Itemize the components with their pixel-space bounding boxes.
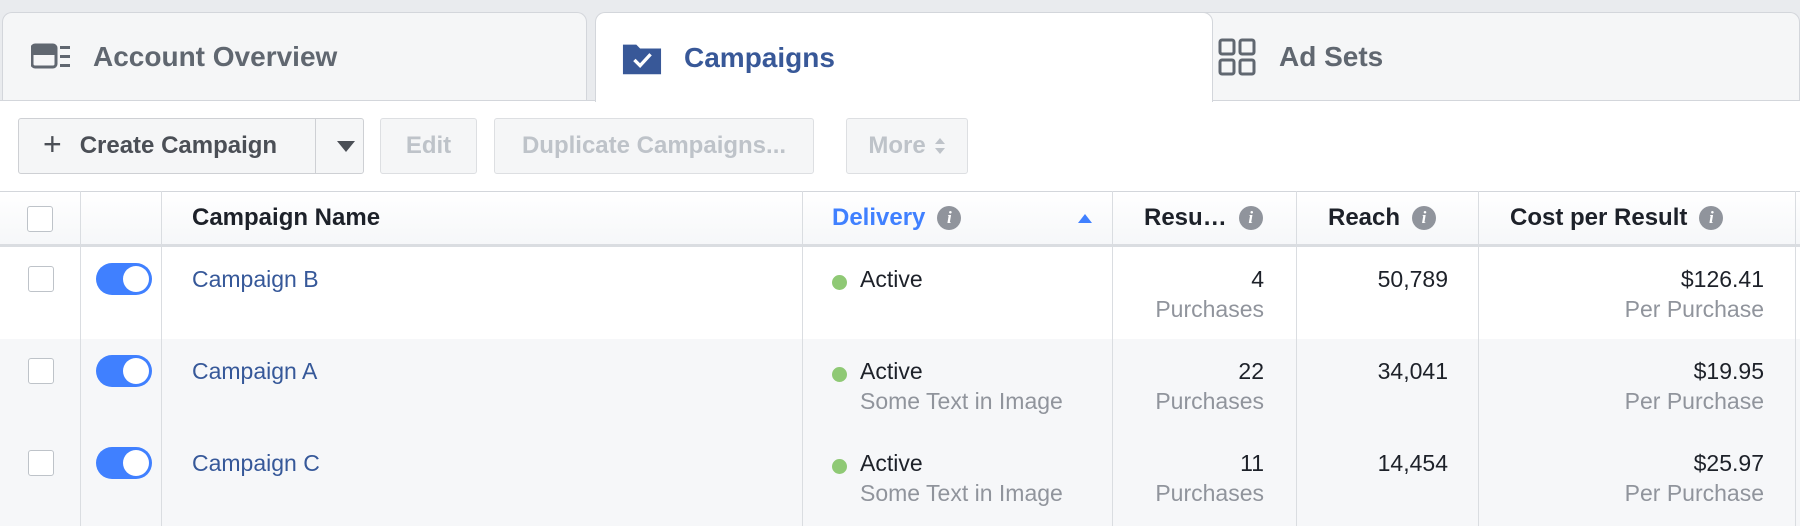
header-label: Delivery (832, 203, 926, 231)
toggle-knob (123, 450, 149, 476)
info-icon[interactable]: i (1699, 205, 1724, 230)
campaigns-table: Campaign Name Delivery i Resu… i Reach i… (0, 191, 1800, 526)
tab-label: Campaigns (684, 41, 835, 73)
header-label: Campaign Name (192, 203, 381, 231)
reach-value: 34,041 (1377, 358, 1448, 384)
reach-value: 14,454 (1377, 450, 1448, 476)
info-icon[interactable]: i (1238, 205, 1263, 230)
row-checkbox[interactable] (28, 266, 54, 292)
column-header-name[interactable]: Campaign Name (192, 191, 380, 244)
cost-value: $19.95 (1693, 358, 1764, 384)
status-dot-active (832, 367, 847, 382)
toggle-knob (123, 358, 149, 384)
results-unit: Purchases (1155, 480, 1264, 506)
campaign-toggle[interactable] (96, 447, 152, 479)
campaign-name-link[interactable]: Campaign B (192, 266, 319, 293)
ad-sets-grid-icon (1217, 37, 1257, 77)
delivery-status: Active (860, 358, 923, 384)
edit-button[interactable]: Edit (380, 118, 477, 174)
tab-label: Ad Sets (1279, 41, 1384, 72)
caret-down-icon (337, 140, 355, 152)
column-header-reach[interactable]: Reach i (1328, 191, 1437, 244)
column-divider (80, 191, 81, 526)
toggle-knob (123, 266, 149, 292)
select-all-checkbox[interactable] (27, 206, 53, 232)
campaign-toggle[interactable] (96, 355, 152, 387)
results-value: 22 (1238, 358, 1264, 384)
cost-unit: Per Purchase (1624, 480, 1764, 506)
create-campaign-button[interactable]: + Create Campaign (18, 118, 364, 174)
create-dropdown-button[interactable] (329, 119, 363, 173)
split-divider (315, 119, 316, 173)
status-dot-active (832, 275, 847, 290)
column-divider (1795, 191, 1796, 526)
more-button[interactable]: More (846, 118, 968, 174)
campaign-name-link[interactable]: Campaign A (192, 358, 317, 385)
results-unit: Purchases (1155, 296, 1264, 322)
tab-bar: Account Overview Ad Sets Campaigns (0, 0, 1800, 102)
delivery-note: Some Text in Image (860, 480, 1063, 506)
more-label: More (868, 132, 926, 159)
column-divider (1112, 191, 1113, 526)
cost-unit: Per Purchase (1624, 388, 1764, 414)
tab-campaigns[interactable]: Campaigns (595, 12, 1213, 102)
tab-account-overview[interactable]: Account Overview (2, 12, 587, 101)
info-icon[interactable]: i (1412, 205, 1437, 230)
column-header-results[interactable]: Resu… i (1144, 191, 1263, 244)
edit-label: Edit (405, 132, 452, 159)
campaign-folder-icon (622, 38, 662, 78)
column-divider (1296, 191, 1297, 526)
cost-value: $25.97 (1693, 450, 1764, 476)
column-divider (802, 191, 803, 526)
header-label: Cost per Result (1510, 203, 1688, 231)
create-campaign-label: Create Campaign (79, 132, 278, 159)
toolbar: + Create Campaign Edit Duplicate Campaig… (0, 100, 1800, 192)
table-row[interactable] (0, 431, 1800, 526)
duplicate-label: Duplicate Campaigns... (521, 132, 787, 159)
status-dot-active (832, 459, 847, 474)
results-value: 11 (1240, 450, 1264, 476)
sort-updown-icon (934, 138, 945, 154)
column-header-delivery[interactable]: Delivery i (832, 191, 962, 244)
cost-unit: Per Purchase (1624, 296, 1764, 322)
row-checkbox[interactable] (28, 358, 54, 384)
info-icon[interactable]: i (937, 205, 962, 230)
row-checkbox[interactable] (28, 450, 54, 476)
cost-value: $126.41 (1680, 266, 1764, 292)
table-row[interactable] (0, 247, 1800, 339)
plus-icon: + (43, 125, 62, 162)
sort-ascending-icon[interactable] (1078, 214, 1092, 223)
duplicate-campaigns-button[interactable]: Duplicate Campaigns... (494, 118, 814, 174)
results-unit: Purchases (1155, 388, 1264, 414)
column-header-cost-per-result[interactable]: Cost per Result i (1510, 191, 1724, 244)
delivery-status: Active (860, 450, 923, 476)
delivery-status: Active (860, 266, 923, 292)
account-overview-icon (31, 37, 71, 77)
header-label: Reach (1328, 203, 1401, 231)
results-value: 4 (1251, 266, 1264, 292)
campaign-name-link[interactable]: Campaign C (192, 450, 320, 477)
column-divider (1478, 191, 1479, 526)
column-divider (161, 191, 162, 526)
campaign-toggle[interactable] (96, 263, 152, 295)
table-row[interactable] (0, 339, 1800, 431)
tab-ad-sets[interactable]: Ad Sets (1188, 12, 1800, 101)
reach-value: 50,789 (1377, 266, 1448, 292)
tab-label: Account Overview (93, 41, 338, 72)
header-label: Resu… (1144, 203, 1227, 231)
delivery-note: Some Text in Image (860, 388, 1063, 414)
